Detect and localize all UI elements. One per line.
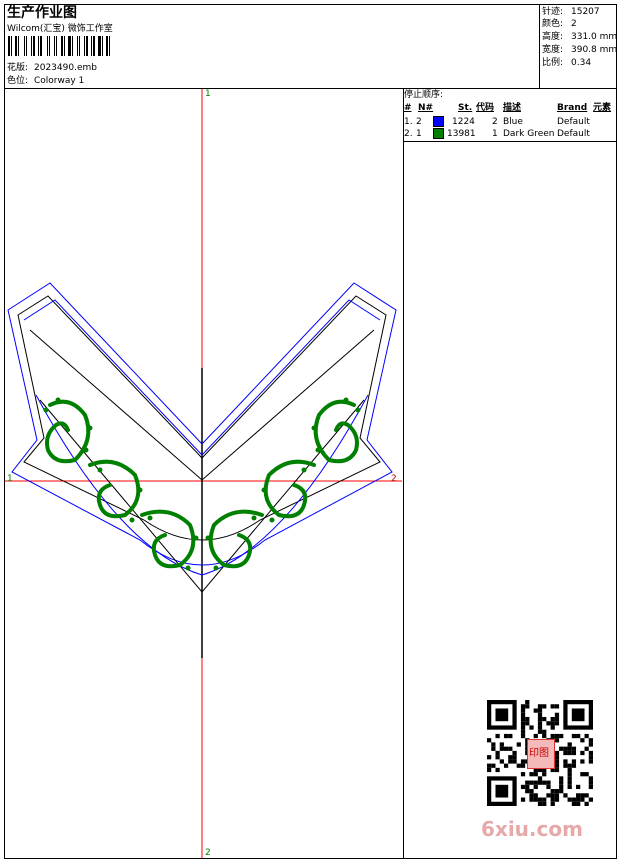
height-label: 高度: <box>542 32 564 42</box>
row-desc: Dark Green <box>503 129 555 139</box>
color-swatch-blue <box>433 116 444 127</box>
row-brand: Default <box>557 117 590 127</box>
height-value: 331.0 mm <box>571 32 618 42</box>
stitches-label: 针迹: <box>542 7 564 17</box>
seal-stamp: 印图 <box>527 739 555 769</box>
width-value: 390.8 mm <box>571 45 618 55</box>
barcode <box>8 36 136 56</box>
col-header-n: N# <box>418 103 434 113</box>
design-canvas <box>5 89 402 858</box>
row-desc: Blue <box>503 117 523 127</box>
row-code: 2 <box>492 117 498 127</box>
row-st: 1224 <box>452 117 475 127</box>
row-code: 1 <box>492 129 498 139</box>
col-header-desc: 描述 <box>503 103 522 113</box>
col-header-element: 元素 <box>593 103 612 113</box>
col-header-num: # <box>404 103 412 113</box>
axis-label-left: 1 <box>7 474 13 484</box>
axis-label-top: 1 <box>205 89 211 99</box>
seal-text: 印图 <box>529 748 549 759</box>
row-n: 2 <box>416 117 422 127</box>
row-num: 1. <box>404 117 413 127</box>
row-num: 2. <box>404 129 413 139</box>
scale-value: 0.34 <box>571 58 592 68</box>
width-label: 宽度: <box>542 45 564 55</box>
panel-divider <box>403 88 404 859</box>
stop-sequence-title: 停止顺序: <box>404 90 444 100</box>
design-label: 花版: <box>7 63 29 73</box>
scale-label: 比例: <box>542 58 564 68</box>
row-st: 13981 <box>447 129 476 139</box>
paisley-2 <box>88 459 141 519</box>
axis-label-bottom: 2 <box>205 848 211 858</box>
col-header-code: 代码 <box>476 103 495 113</box>
col-header-st: St. <box>458 103 473 113</box>
company-name: Wilcom(汇宝) 微饰工作室 <box>7 24 113 34</box>
axis-label-right: 2 <box>391 474 397 484</box>
paisley-5 <box>263 459 316 519</box>
design-value: 2023490.emb <box>34 63 97 73</box>
stitches-value: 15207 <box>571 7 600 17</box>
paisley-1 <box>45 399 91 464</box>
stats-divider <box>539 4 540 89</box>
col-header-brand: Brand <box>557 103 588 113</box>
watermark-site: 6xiu.com <box>481 817 583 841</box>
page-title: 生产作业图 <box>7 5 77 21</box>
colors-label: 颜色: <box>542 19 564 29</box>
colorway-label: 色位: <box>7 76 29 86</box>
table-divider <box>403 141 617 142</box>
row-brand: Default <box>557 129 590 139</box>
row-n: 1 <box>416 129 422 139</box>
colors-value: 2 <box>571 19 577 29</box>
colorway-value: Colorway 1 <box>34 76 85 86</box>
color-swatch-green <box>433 128 444 139</box>
paisley-6 <box>313 399 359 464</box>
